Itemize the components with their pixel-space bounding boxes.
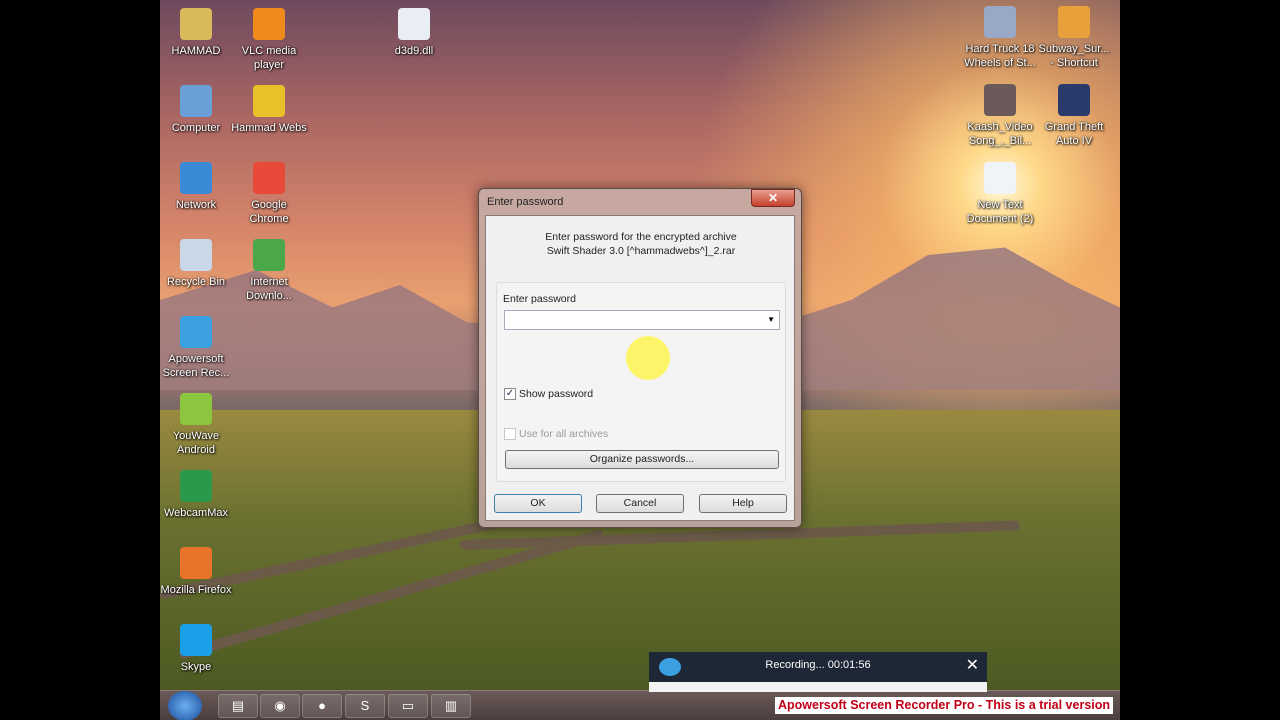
icon-label: Hammad Webs [231,122,307,134]
password-label: Enter password [503,293,576,305]
icon-label: Internet Downlo... [246,276,292,302]
icon-label: VLC media player [241,45,297,71]
icon-label: WebcamMax [164,507,228,519]
close-button[interactable]: ✕ [751,189,795,207]
desktop-icon[interactable]: Skype [160,624,234,674]
app-icon [180,624,212,656]
icon-label: Mozilla Firefox [160,584,232,596]
app-icon [984,162,1016,194]
desktop-icon[interactable]: HAMMAD [160,8,234,58]
icon-label: d3d9.dll [394,45,434,57]
app-icon [180,162,212,194]
desktop-icon[interactable]: WebcamMax [160,470,234,520]
app-icon [253,8,285,40]
start-button[interactable] [168,691,202,720]
icon-label: Google Chrome [249,199,289,225]
desktop-icon[interactable]: YouWave Android [160,393,234,457]
desktop-icon[interactable]: Mozilla Firefox [160,547,234,597]
desktop-icon[interactable]: Google Chrome [231,162,307,226]
icon-label: Skype [180,661,212,673]
cancel-button[interactable]: Cancel [596,494,684,513]
desktop-icon[interactable]: d3d9.dll [376,8,452,58]
password-group: Enter password ▼ ✓ Show password Use for… [496,282,786,482]
app-icon [180,470,212,502]
organize-passwords-button[interactable]: Organize passwords... [505,450,779,469]
show-password-checkbox[interactable]: ✓ [504,388,516,400]
winrar-taskbar-icon[interactable]: ▥ [431,694,471,718]
app-icon [180,547,212,579]
app-icon [984,84,1016,116]
mouse-cursor-highlight [626,336,670,380]
desktop-icon[interactable]: Hammad Webs [231,85,307,135]
app-icon [984,6,1016,38]
skype-taskbar-icon[interactable]: S [345,694,385,718]
enter-password-dialog: Enter password ✕ Enter password for the … [478,188,802,528]
icon-label: Subway_Sur... - Shortcut [1038,43,1110,69]
use-for-all-checkbox[interactable] [504,428,516,440]
recording-status: Recording... 00:01:56 [765,659,871,671]
app-icon [253,162,285,194]
trial-watermark: Apowersoft Screen Recorder Pro - This is… [775,697,1113,714]
chrome-taskbar-icon[interactable]: ◉ [260,694,300,718]
notepad-taskbar-icon[interactable]: ▭ [388,694,428,718]
app-icon [180,8,212,40]
app-icon [398,8,430,40]
app-icon [180,85,212,117]
desktop: HAMMAD Computer Network Recycle Bin Apowerso… [160,0,1120,720]
icon-label: Recycle Bin [166,276,226,288]
firefox-taskbar-icon[interactable]: ● [302,694,342,718]
icon-label: Grand Theft Auto IV [1044,121,1104,147]
recorder-close-button[interactable]: ✕ [966,655,979,675]
icon-label: YouWave Android [172,430,220,456]
app-icon [1058,84,1090,116]
icon-label: HAMMAD [171,45,221,57]
help-button[interactable]: Help [699,494,787,513]
app-icon [253,85,285,117]
recorder-bar: Recording... 00:01:56 ✕ [649,652,987,692]
app-icon [180,393,212,425]
icon-label: Kaash_Video Song_,_Bil... [967,121,1033,147]
icon-label: New Text Document (2) [966,199,1034,225]
dialog-message: Enter password for the encrypted archive… [545,231,737,257]
show-password-label: Show password [519,388,594,400]
app-icon [180,316,212,348]
desktop-icon[interactable]: Computer [160,85,234,135]
desktop-icon[interactable]: Recycle Bin [160,239,234,289]
use-for-all-label: Use for all archives [519,428,609,440]
icon-label: Hard Truck 18 Wheels of St... [964,43,1036,69]
desktop-icon[interactable]: Subway_Sur... - Shortcut [1036,6,1112,70]
desktop-icon[interactable]: Apowersoft Screen Rec... [160,316,234,380]
app-icon [1058,6,1090,38]
ok-button[interactable]: OK [494,494,582,513]
desktop-icon[interactable]: Kaash_Video Song_,_Bil... [962,84,1038,148]
desktop-icon[interactable]: VLC media player [231,8,307,72]
desktop-icon[interactable]: Network [160,162,234,212]
dropdown-arrow-icon[interactable]: ▼ [767,315,775,324]
icon-label: Network [175,199,217,211]
desktop-icon[interactable]: Hard Truck 18 Wheels of St... [962,6,1038,70]
app-icon [180,239,212,271]
desktop-icon[interactable]: Grand Theft Auto IV [1036,84,1112,148]
desktop-icon[interactable]: Internet Downlo... [231,239,307,303]
icon-label: Computer [171,122,221,134]
explorer-taskbar-icon[interactable]: ▤ [218,694,258,718]
desktop-icon[interactable]: New Text Document (2) [962,162,1038,226]
icon-label: Apowersoft Screen Rec... [162,353,230,379]
dialog-title: Enter password [487,196,564,208]
password-input[interactable]: ▼ [504,310,780,330]
app-icon [253,239,285,271]
